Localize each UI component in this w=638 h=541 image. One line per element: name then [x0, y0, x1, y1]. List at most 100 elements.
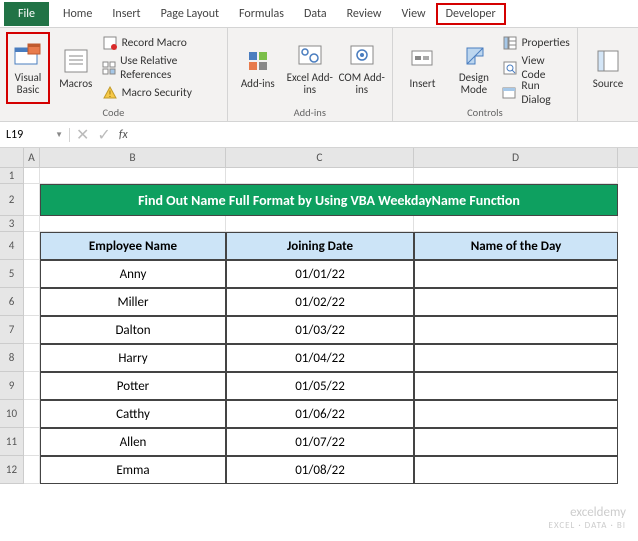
header-dayname[interactable]: Name of the Day [414, 232, 618, 260]
cell-day[interactable] [414, 288, 618, 316]
group-addins-label: Add-ins [234, 104, 386, 119]
cell-join[interactable]: 01/06/22 [226, 400, 414, 428]
visual-basic-button[interactable]: Visual Basic [6, 32, 50, 104]
source-label: Source [593, 78, 623, 90]
row-4: 4 Employee Name Joining Date Name of the… [0, 232, 638, 260]
cell-emp[interactable]: Miller [40, 288, 226, 316]
view-code-button[interactable]: View Code [502, 57, 571, 79]
run-dialog-button[interactable]: Run Dialog [502, 82, 571, 104]
cell-join[interactable]: 01/07/22 [226, 428, 414, 456]
cell-join[interactable]: 01/08/22 [226, 456, 414, 484]
cell[interactable] [40, 168, 226, 184]
cell-join[interactable]: 01/02/22 [226, 288, 414, 316]
cell-join[interactable]: 01/04/22 [226, 344, 414, 372]
cell-join[interactable]: 01/03/22 [226, 316, 414, 344]
row-header[interactable]: 11 [0, 428, 24, 456]
record-macro-button[interactable]: Record Macro [102, 32, 221, 54]
row-header[interactable]: 8 [0, 344, 24, 372]
title-cell[interactable]: Find Out Name Full Format by Using VBA W… [40, 184, 618, 216]
tab-insert[interactable]: Insert [102, 3, 150, 25]
group-code: Visual Basic Macros Record Macro Use Rel… [0, 28, 228, 121]
col-header-A[interactable]: A [24, 148, 40, 167]
source-button[interactable]: Source [584, 32, 632, 104]
cell-emp[interactable]: Anny [40, 260, 226, 288]
cell-day[interactable] [414, 428, 618, 456]
cell[interactable] [40, 216, 226, 232]
use-relative-label: Use Relative References [120, 54, 221, 82]
com-addins-button[interactable]: COM Add-ins [338, 32, 386, 104]
cell[interactable] [24, 260, 40, 288]
row-header[interactable]: 7 [0, 316, 24, 344]
insert-control-button[interactable]: Insert [399, 32, 446, 104]
row-header[interactable]: 5 [0, 260, 24, 288]
row-header[interactable]: 2 [0, 184, 24, 216]
tab-home[interactable]: Home [53, 3, 102, 25]
row-header[interactable]: 6 [0, 288, 24, 316]
cell-emp[interactable]: Allen [40, 428, 226, 456]
cell-day[interactable] [414, 260, 618, 288]
row-header[interactable]: 9 [0, 372, 24, 400]
cell-emp[interactable]: Emma [40, 456, 226, 484]
excel-addins-button[interactable]: Excel Add-ins [286, 32, 334, 104]
cell-emp[interactable]: Dalton [40, 316, 226, 344]
tab-data[interactable]: Data [294, 3, 337, 25]
cell[interactable] [24, 168, 40, 184]
cell-day[interactable] [414, 344, 618, 372]
col-header-B[interactable]: B [40, 148, 226, 167]
cell[interactable] [226, 168, 414, 184]
name-box[interactable]: L19 ▼ [0, 128, 70, 142]
cell-day[interactable] [414, 400, 618, 428]
cell[interactable] [24, 456, 40, 484]
row-header[interactable]: 3 [0, 216, 24, 232]
cell[interactable] [24, 316, 40, 344]
cell[interactable] [24, 216, 40, 232]
select-all-corner[interactable] [0, 148, 24, 167]
use-relative-button[interactable]: Use Relative References [102, 57, 221, 79]
header-joining[interactable]: Joining Date [226, 232, 414, 260]
header-employee[interactable]: Employee Name [40, 232, 226, 260]
worksheet: A B C D 1 2 Find Out Name Full Format by… [0, 148, 638, 484]
cell[interactable] [24, 344, 40, 372]
macros-button[interactable]: Macros [54, 32, 98, 104]
macro-security-button[interactable]: ! Macro Security [102, 82, 221, 104]
addins-button[interactable]: Add-ins [234, 32, 282, 104]
cell-emp[interactable]: Potter [40, 372, 226, 400]
col-header-C[interactable]: C [226, 148, 414, 167]
cell[interactable] [24, 184, 40, 216]
cell[interactable] [24, 428, 40, 456]
cancel-icon[interactable]: ✕ [76, 125, 89, 145]
cell[interactable] [414, 168, 618, 184]
tab-file[interactable]: File [4, 2, 49, 26]
cell-emp[interactable]: Catthy [40, 400, 226, 428]
cell-join[interactable]: 01/01/22 [226, 260, 414, 288]
row-header[interactable]: 12 [0, 456, 24, 484]
cell-emp[interactable]: Harry [40, 344, 226, 372]
record-macro-icon [102, 35, 118, 51]
cell[interactable] [24, 232, 40, 260]
tab-review[interactable]: Review [337, 3, 392, 25]
cell-join[interactable]: 01/05/22 [226, 372, 414, 400]
cell[interactable] [24, 400, 40, 428]
tab-pagelayout[interactable]: Page Layout [151, 3, 229, 25]
cell-day[interactable] [414, 372, 618, 400]
cell-day[interactable] [414, 456, 618, 484]
cell[interactable] [24, 288, 40, 316]
properties-button[interactable]: Properties [502, 32, 571, 54]
row-header[interactable]: 1 [0, 168, 24, 184]
tab-developer[interactable]: Developer [436, 3, 506, 25]
enter-icon[interactable]: ✓ [97, 125, 110, 145]
cell[interactable] [226, 216, 414, 232]
cell-day[interactable] [414, 316, 618, 344]
macro-security-icon: ! [102, 85, 118, 101]
design-mode-button[interactable]: Design Mode [450, 32, 497, 104]
tab-view[interactable]: View [392, 3, 436, 25]
cell[interactable] [24, 372, 40, 400]
visual-basic-icon [13, 40, 43, 70]
row-header[interactable]: 10 [0, 400, 24, 428]
fx-button[interactable]: fx [119, 128, 128, 142]
cell[interactable] [414, 216, 618, 232]
col-header-D[interactable]: D [414, 148, 618, 167]
row-header[interactable]: 4 [0, 232, 24, 260]
tab-formulas[interactable]: Formulas [229, 3, 294, 25]
name-box-dropdown-icon[interactable]: ▼ [55, 130, 63, 140]
